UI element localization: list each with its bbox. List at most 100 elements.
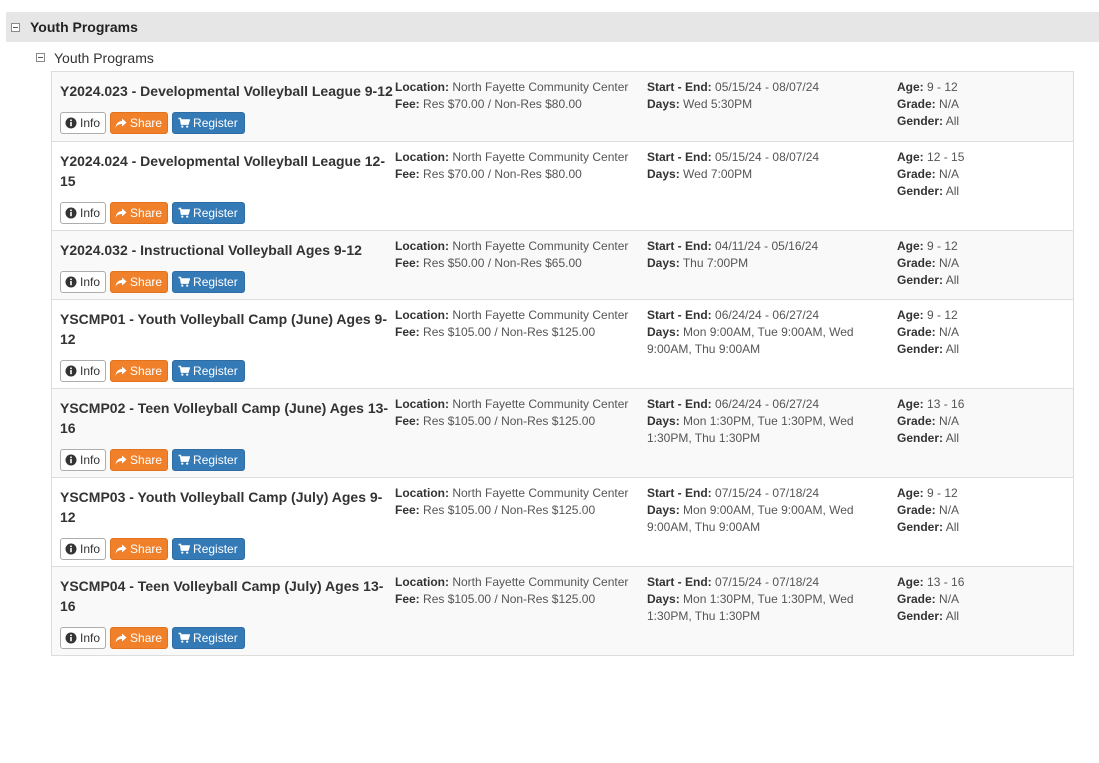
info-button[interactable]: Info: [60, 538, 107, 560]
program-name-cell: Y2024.024 - Developmental Volleyball Lea…: [60, 151, 396, 191]
fee-value: Res $105.00 / Non-Res $125.00: [423, 592, 596, 606]
age-line: Age: 9 - 12: [897, 238, 1067, 255]
info-button[interactable]: Info: [60, 360, 107, 382]
info-button[interactable]: Info: [60, 112, 107, 134]
age-value: 13 - 16: [927, 575, 965, 589]
info-circle-icon: [65, 117, 77, 129]
program-actions: Info Share Register: [60, 360, 245, 382]
start-end-label: Start - End:: [647, 397, 712, 411]
share-button[interactable]: Share: [110, 112, 169, 134]
fee-line: Fee: Res $105.00 / Non-Res $125.00: [395, 502, 645, 519]
category-header[interactable]: Youth Programs: [6, 12, 1099, 42]
fee-label: Fee:: [395, 414, 420, 428]
fee-label: Fee:: [395, 325, 420, 339]
program-name[interactable]: YSCMP02 - Teen Volleyball Camp (June) Ag…: [60, 398, 396, 438]
share-button[interactable]: Share: [110, 538, 169, 560]
info-label: Info: [80, 206, 101, 220]
grade-value: N/A: [939, 414, 960, 428]
location-value: North Fayette Community Center: [452, 239, 629, 253]
grade-value: N/A: [939, 503, 960, 517]
age-label: Age:: [897, 486, 924, 500]
gender-label: Gender:: [897, 609, 944, 623]
info-label: Info: [80, 116, 101, 130]
register-button[interactable]: Register: [172, 627, 245, 649]
fee-value: Res $70.00 / Non-Res $80.00: [423, 167, 582, 181]
days-line: Days: Thu 7:00PM: [647, 255, 887, 272]
grade-value: N/A: [939, 325, 960, 339]
share-button[interactable]: Share: [110, 202, 169, 224]
age-line: Age: 13 - 16: [897, 396, 1067, 413]
start-end-label: Start - End:: [647, 80, 712, 94]
info-circle-icon: [65, 276, 77, 288]
gender-label: Gender:: [897, 273, 944, 287]
fee-line: Fee: Res $70.00 / Non-Res $80.00: [395, 96, 645, 113]
dates-value: 07/15/24 - 07/18/24: [715, 486, 820, 500]
register-button[interactable]: Register: [172, 112, 245, 134]
eligibility-cell: Age: 9 - 12 Grade: N/A Gender: All: [897, 307, 1067, 358]
register-button[interactable]: Register: [172, 271, 245, 293]
fee-label: Fee:: [395, 97, 420, 111]
eligibility-cell: Age: 13 - 16 Grade: N/A Gender: All: [897, 574, 1067, 625]
eligibility-cell: Age: 12 - 15 Grade: N/A Gender: All: [897, 149, 1067, 200]
fee-value: Res $50.00 / Non-Res $65.00: [423, 256, 582, 270]
start-end-label: Start - End:: [647, 575, 712, 589]
info-button[interactable]: Info: [60, 449, 107, 471]
age-label: Age:: [897, 150, 924, 164]
location-value: North Fayette Community Center: [452, 150, 629, 164]
age-value: 9 - 12: [927, 239, 958, 253]
grade-line: Grade: N/A: [897, 591, 1067, 608]
program-row: YSCMP01 - Youth Volleyball Camp (June) A…: [52, 299, 1073, 388]
register-label: Register: [193, 206, 238, 220]
program-name[interactable]: Y2024.024 - Developmental Volleyball Lea…: [60, 151, 396, 191]
info-button[interactable]: Info: [60, 627, 107, 649]
register-label: Register: [193, 453, 238, 467]
share-arrow-icon: [115, 633, 127, 643]
program-name[interactable]: YSCMP01 - Youth Volleyball Camp (June) A…: [60, 309, 396, 349]
location-value: North Fayette Community Center: [452, 575, 629, 589]
share-label: Share: [130, 206, 163, 220]
share-label: Share: [130, 364, 163, 378]
gender-value: All: [945, 431, 960, 445]
share-button[interactable]: Share: [110, 627, 169, 649]
collapse-minus-icon[interactable]: [11, 23, 20, 32]
program-name[interactable]: YSCMP03 - Youth Volleyball Camp (July) A…: [60, 487, 396, 527]
program-row: YSCMP04 - Teen Volleyball Camp (July) Ag…: [52, 566, 1073, 655]
dates-line: Start - End: 07/15/24 - 07/18/24: [647, 574, 887, 591]
register-button[interactable]: Register: [172, 449, 245, 471]
register-label: Register: [193, 631, 238, 645]
program-name[interactable]: Y2024.032 - Instructional Volleyball Age…: [60, 240, 396, 260]
fee-line: Fee: Res $105.00 / Non-Res $125.00: [395, 324, 645, 341]
dates-line: Start - End: 04/11/24 - 05/16/24: [647, 238, 887, 255]
program-name[interactable]: YSCMP04 - Teen Volleyball Camp (July) Ag…: [60, 576, 396, 616]
grade-label: Grade:: [897, 256, 936, 270]
gender-label: Gender:: [897, 184, 944, 198]
schedule-cell: Start - End: 07/15/24 - 07/18/24 Days: M…: [647, 574, 887, 625]
share-button[interactable]: Share: [110, 271, 169, 293]
info-circle-icon: [65, 365, 77, 377]
age-line: Age: 13 - 16: [897, 574, 1067, 591]
gender-value: All: [945, 342, 960, 356]
location-fee-cell: Location: North Fayette Community Center…: [395, 238, 645, 272]
age-label: Age:: [897, 308, 924, 322]
start-end-label: Start - End:: [647, 486, 712, 500]
collapse-minus-icon[interactable]: [36, 53, 45, 62]
info-circle-icon: [65, 207, 77, 219]
info-button[interactable]: Info: [60, 271, 107, 293]
program-name[interactable]: Y2024.023 - Developmental Volleyball Lea…: [60, 81, 396, 101]
share-label: Share: [130, 275, 163, 289]
share-button[interactable]: Share: [110, 449, 169, 471]
subcategory-title[interactable]: Youth Programs: [54, 50, 154, 66]
info-button[interactable]: Info: [60, 202, 107, 224]
register-button[interactable]: Register: [172, 538, 245, 560]
program-actions: Info Share Register: [60, 449, 245, 471]
register-label: Register: [193, 542, 238, 556]
location-line: Location: North Fayette Community Center: [395, 149, 645, 166]
fee-label: Fee:: [395, 503, 420, 517]
share-button[interactable]: Share: [110, 360, 169, 382]
register-button[interactable]: Register: [172, 360, 245, 382]
age-line: Age: 9 - 12: [897, 307, 1067, 324]
grade-label: Grade:: [897, 167, 936, 181]
register-button[interactable]: Register: [172, 202, 245, 224]
age-value: 9 - 12: [927, 308, 958, 322]
age-label: Age:: [897, 575, 924, 589]
